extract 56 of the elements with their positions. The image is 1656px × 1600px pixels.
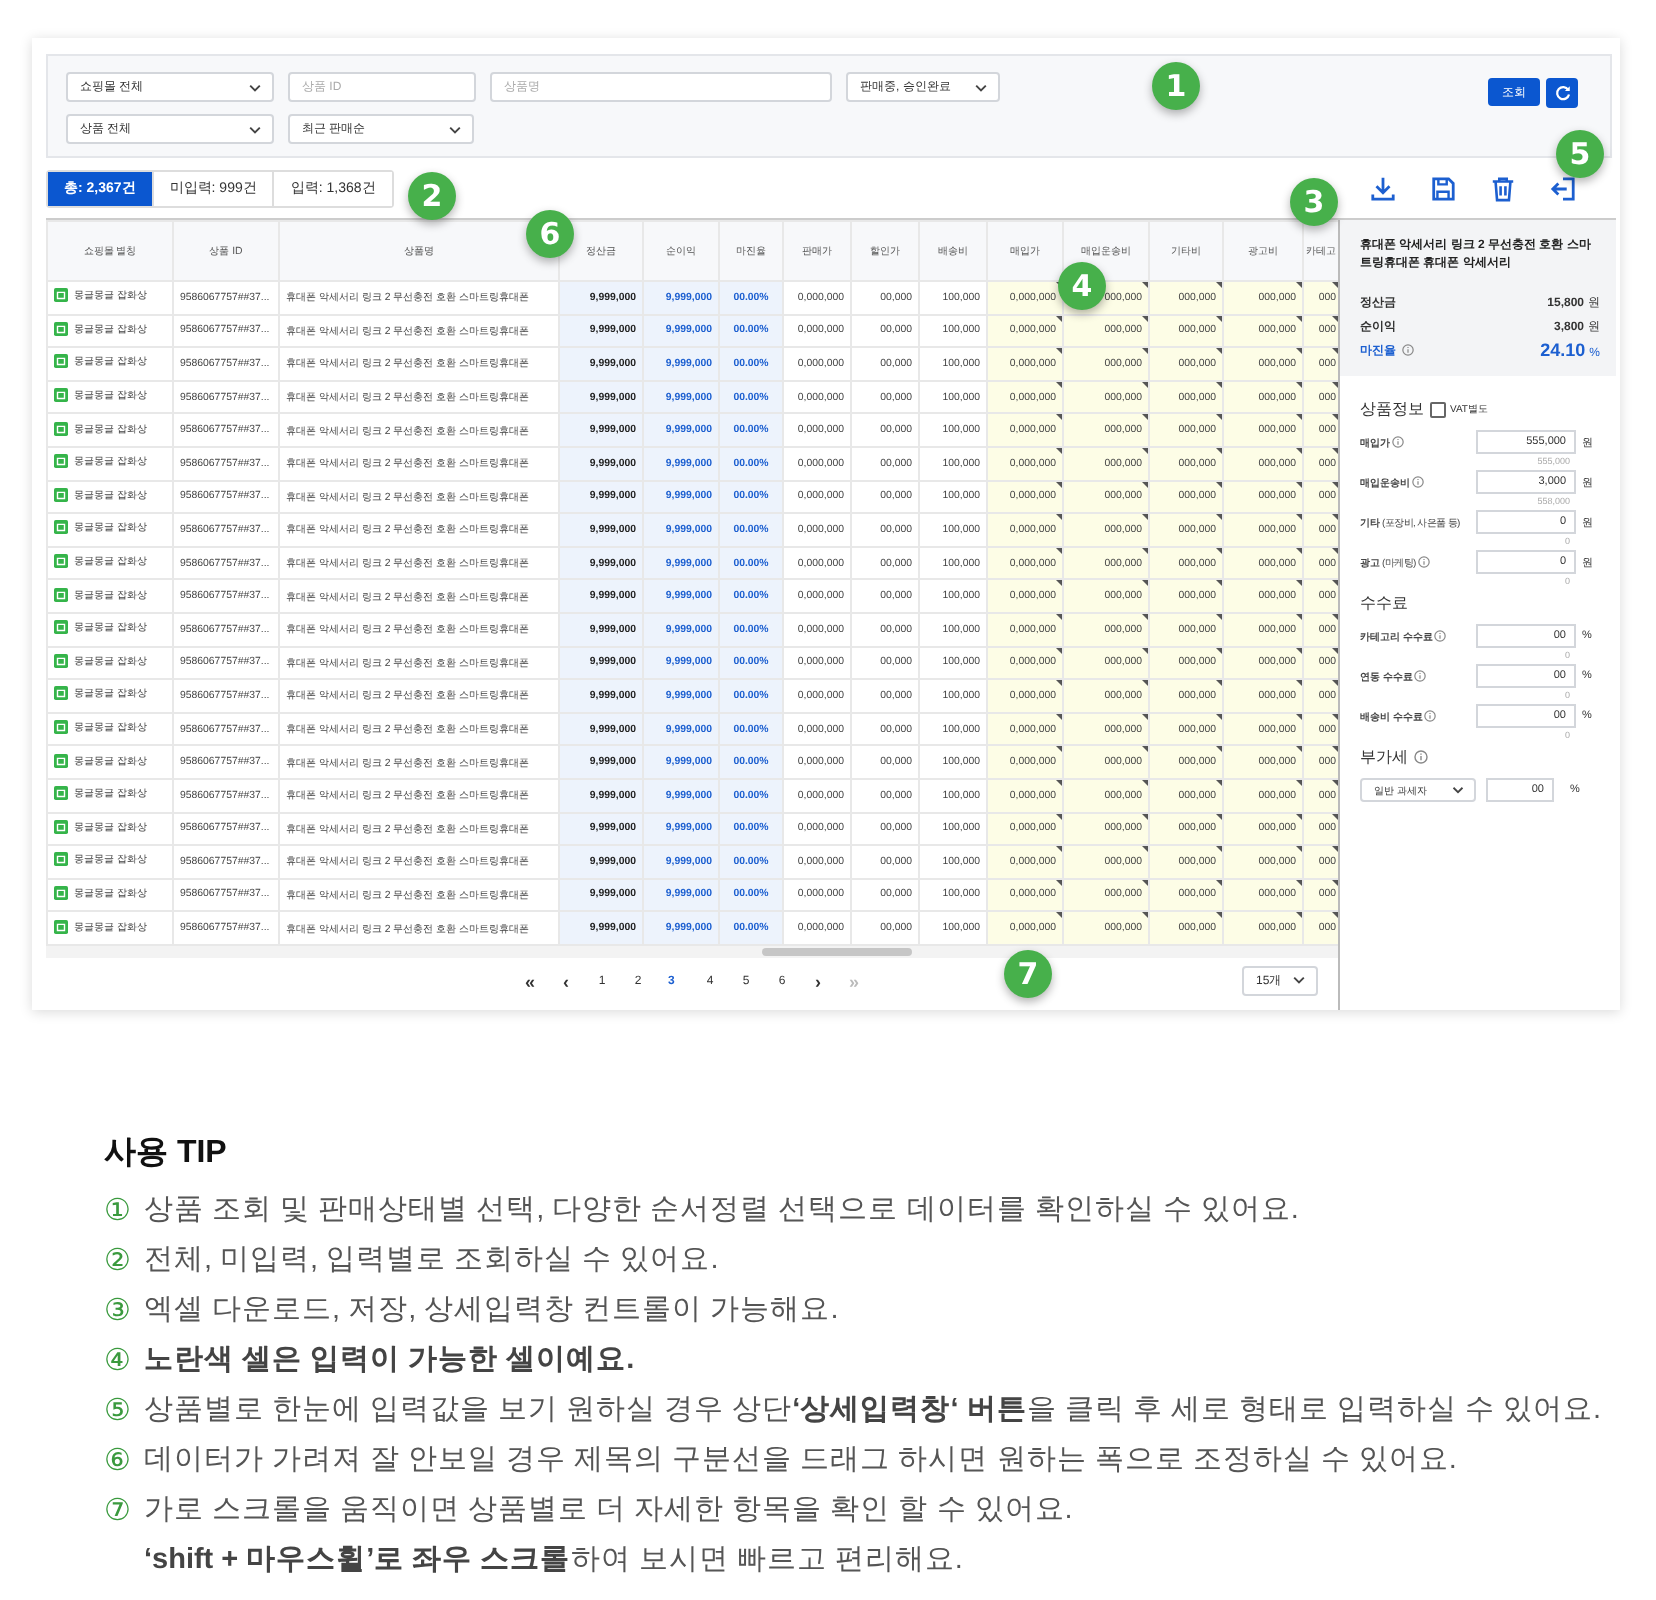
store-icon xyxy=(54,288,68,303)
refresh-button[interactable] xyxy=(1546,78,1578,108)
tip-text: 가로 스크롤을 움직이면 상품별로 더 자세한 항목을 확인 할 수 있어요. xyxy=(144,1492,1073,1528)
store-icon xyxy=(54,753,68,768)
tip-text: 데이터가 가려져 잘 안보일 경우 제목의 구분선을 드래그 하시면 원하는 폭으로 조정하실 수 있어요. xyxy=(144,1442,1457,1478)
store-icon xyxy=(54,686,68,701)
tip-text: 전체, 미입력, 입력별로 조회하실 수 있어요. xyxy=(144,1242,719,1278)
caret-icon xyxy=(448,125,462,133)
tip-text: 노란색 셀은 입력이 가능한 셀이예요. xyxy=(144,1342,635,1378)
tip-text: ‘shift + 마우스휠’로 좌우 스크롤하여 보시면 빠르고 편리해요. xyxy=(144,1542,963,1578)
page-nav-button[interactable]: › xyxy=(800,966,836,997)
page-nav-button[interactable]: ‹ xyxy=(548,966,584,997)
caret-icon xyxy=(248,125,262,133)
summary-value: 24.10 xyxy=(1540,340,1586,360)
save-icon[interactable] xyxy=(1430,175,1456,201)
store-icon xyxy=(54,587,68,602)
store-icon xyxy=(54,454,68,469)
caret-icon xyxy=(1452,786,1464,794)
step-number: ⑦ xyxy=(104,1491,133,1527)
section-heading: 수수료 xyxy=(1360,592,1408,614)
tips-heading: 사용 TIP xyxy=(104,1134,229,1174)
store-icon xyxy=(54,852,68,867)
store-icon xyxy=(54,620,68,635)
step-number: ⑥ xyxy=(104,1441,133,1477)
refresh-icon[interactable] xyxy=(1553,84,1571,102)
store-icon xyxy=(54,487,68,502)
trash-icon[interactable] xyxy=(1490,175,1516,201)
store-icon xyxy=(54,819,68,834)
download-icon[interactable] xyxy=(1370,175,1396,201)
store-icon xyxy=(54,919,68,934)
tip-text: 상품 조회 및 판매상태별 선택, 다양한 순서정렬 선택으로 데이터를 확인하실 수 있어요. xyxy=(144,1192,1299,1228)
tip-text: 엑셀 다운로드, 저장, 상세입력창 컨트롤이 가능해요. xyxy=(144,1292,839,1328)
page-nav-button[interactable]: « xyxy=(512,966,548,997)
caret-icon xyxy=(974,83,988,91)
store-icon xyxy=(54,554,68,569)
checkbox[interactable] xyxy=(1430,401,1446,417)
store-icon xyxy=(54,321,68,336)
step-number: ⑤ xyxy=(104,1391,133,1427)
store-icon xyxy=(54,786,68,801)
store-icon xyxy=(54,720,68,735)
caret-icon xyxy=(1292,976,1306,985)
section-heading: 상품정보 xyxy=(1360,398,1424,420)
step-number: ① xyxy=(104,1191,133,1227)
exit-icon[interactable] xyxy=(1550,175,1576,201)
step-number: ③ xyxy=(104,1291,133,1327)
store-icon xyxy=(54,885,68,900)
section-heading: 부가세 xyxy=(1360,746,1408,768)
step-number: ④ xyxy=(104,1341,133,1377)
caret-icon xyxy=(248,83,262,91)
store-icon xyxy=(54,354,68,369)
store-icon xyxy=(54,653,68,668)
step-number: ② xyxy=(104,1241,133,1277)
store-icon xyxy=(54,421,68,436)
store-icon xyxy=(54,388,68,403)
tip-text: 상품별로 한눈에 입력값을 보기 원하실 경우 상단‘상세입력창‘ 버튼을 클릭 후 세로 형태로 입력하실 수 있어요. xyxy=(144,1392,1601,1428)
store-icon xyxy=(54,520,68,535)
